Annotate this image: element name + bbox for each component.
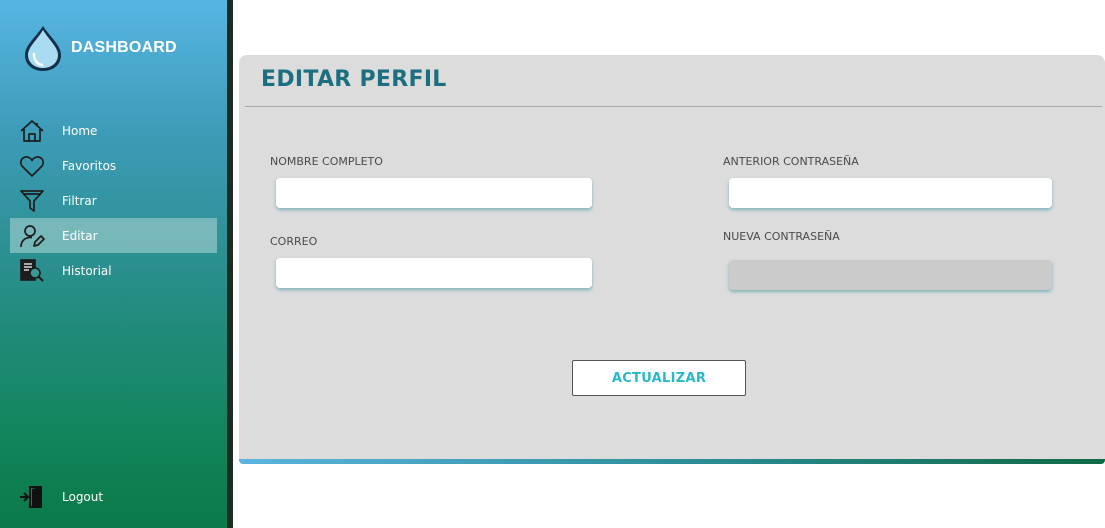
page-title: EDITAR PERFIL — [261, 67, 447, 92]
filter-icon — [19, 188, 45, 214]
sidebar-item-filtrar[interactable]: Filtrar — [10, 183, 217, 218]
logout-door-icon — [19, 484, 45, 510]
title-divider — [245, 106, 1102, 107]
sidebar-item-label: Editar — [62, 228, 98, 243]
panel-accent-bar — [239, 459, 1105, 464]
logout-label: Logout — [62, 489, 104, 504]
full-name-input[interactable] — [276, 178, 592, 208]
new-password-label: NUEVA CONTRASEÑA — [723, 230, 840, 243]
heart-icon — [19, 153, 45, 179]
sidebar-item-label: Favoritos — [62, 158, 117, 173]
sidebar-item-historial[interactable]: Historial — [10, 253, 217, 288]
edit-profile-panel: EDITAR PERFIL NOMBRE COMPLETO CORREO ANT… — [239, 55, 1105, 464]
home-icon — [19, 118, 45, 144]
sidebar-item-home[interactable]: Home — [10, 113, 217, 148]
history-search-icon — [19, 258, 45, 284]
update-button[interactable]: ACTUALIZAR — [572, 360, 746, 396]
sidebar-item-label: Historial — [62, 263, 112, 278]
email-input[interactable] — [276, 258, 592, 288]
email-label: CORREO — [270, 235, 318, 248]
sidebar-item-label: Filtrar — [62, 193, 97, 208]
logout-button[interactable]: Logout — [10, 479, 217, 514]
sidebar-item-editar[interactable]: Editar — [10, 218, 217, 253]
brand: DASHBOARD — [22, 23, 177, 73]
sidebar-nav: Home Favoritos Filtrar Editar Historial — [10, 113, 217, 288]
sidebar-edge — [227, 0, 233, 528]
app-title: DASHBOARD — [71, 39, 177, 56]
new-password-input[interactable] — [729, 260, 1052, 290]
sidebar-item-label: Home — [62, 123, 98, 138]
water-drop-icon — [25, 26, 61, 71]
sidebar: DASHBOARD Home Favoritos Filtrar Editar … — [0, 0, 227, 528]
sidebar-item-favoritos[interactable]: Favoritos — [10, 148, 217, 183]
old-password-label: ANTERIOR CONTRASEÑA — [723, 155, 859, 168]
full-name-label: NOMBRE COMPLETO — [270, 155, 383, 168]
user-edit-icon — [19, 223, 45, 249]
old-password-input[interactable] — [729, 178, 1052, 208]
